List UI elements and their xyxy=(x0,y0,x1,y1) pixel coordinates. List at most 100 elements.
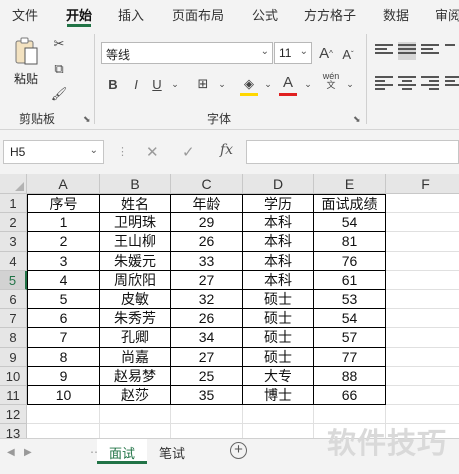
empty-cell[interactable] xyxy=(171,405,243,425)
empty-cell[interactable] xyxy=(243,405,314,425)
borders-icon[interactable]: ⊞ xyxy=(193,74,213,94)
tab-data[interactable]: 数据 xyxy=(383,5,409,24)
empty-cell[interactable] xyxy=(386,386,459,406)
data-cell[interactable]: 34 xyxy=(171,328,243,348)
data-cell[interactable]: 硕士 xyxy=(243,328,314,348)
data-cell[interactable]: 1 xyxy=(27,213,100,233)
sheet-nav-prev-icon[interactable]: ◀ xyxy=(7,447,15,458)
font-launcher-icon[interactable]: ⬊ xyxy=(353,114,361,125)
data-cell[interactable]: 硕士 xyxy=(243,290,314,310)
add-sheet-icon[interactable]: + xyxy=(230,442,247,459)
empty-cell[interactable] xyxy=(100,424,171,438)
sheet-tab-written-test[interactable]: 笔试 xyxy=(147,439,197,464)
decrease-font-icon[interactable]: Aˇ xyxy=(338,44,358,64)
column-header-b[interactable]: B xyxy=(100,174,171,194)
data-cell[interactable]: 25 xyxy=(171,366,243,386)
row-header-4[interactable]: 4 xyxy=(0,251,27,271)
copy-icon[interactable]: ⧉ xyxy=(49,59,69,79)
data-cell[interactable]: 27 xyxy=(171,347,243,367)
align-middle-icon[interactable] xyxy=(398,42,416,60)
tab-ffcell[interactable]: 方方格子 xyxy=(304,5,356,24)
tab-formulas[interactable]: 公式 xyxy=(252,5,278,24)
chevron-down-icon[interactable]: ⌄ xyxy=(258,74,278,94)
empty-cell[interactable] xyxy=(386,290,459,310)
empty-cell[interactable] xyxy=(27,424,100,438)
align-top-icon[interactable] xyxy=(375,42,393,60)
font-size-select[interactable]: 11 ⌄ xyxy=(274,42,312,64)
empty-cell[interactable] xyxy=(386,252,459,271)
orientation-icon[interactable] xyxy=(445,42,459,60)
row-header-5[interactable]: 5 xyxy=(0,270,27,290)
data-cell[interactable]: 57 xyxy=(314,328,386,348)
column-header-c[interactable]: C xyxy=(171,174,243,194)
chevron-down-icon[interactable]: ⌄ xyxy=(340,74,360,94)
empty-cell[interactable] xyxy=(386,232,459,252)
data-cell[interactable]: 29 xyxy=(171,213,243,233)
column-header-d[interactable]: D xyxy=(243,174,314,194)
tab-page-layout[interactable]: 页面布局 xyxy=(172,5,224,24)
font-color-icon[interactable]: A xyxy=(278,72,298,92)
data-cell[interactable]: 本科 xyxy=(243,270,314,290)
data-cell[interactable]: 54 xyxy=(314,213,386,233)
fill-color-icon[interactable]: ◈ xyxy=(239,74,259,94)
tab-home[interactable]: 开始 xyxy=(66,5,92,24)
data-cell[interactable]: 博士 xyxy=(243,386,314,406)
data-cell[interactable]: 10 xyxy=(27,386,100,406)
data-cell[interactable]: 26 xyxy=(171,309,243,329)
data-cell[interactable]: 王山柳 xyxy=(100,232,171,252)
format-painter-icon[interactable]: 🖌 xyxy=(49,84,69,104)
empty-cell[interactable] xyxy=(386,328,459,348)
row-header-2[interactable]: 2 xyxy=(0,213,27,233)
data-cell[interactable]: 朱秀芳 xyxy=(100,309,171,329)
data-cell[interactable]: 本科 xyxy=(243,232,314,252)
column-header-a[interactable]: A xyxy=(27,174,100,194)
data-cell[interactable]: 尚嘉 xyxy=(100,347,171,367)
data-cell[interactable]: 硕士 xyxy=(243,309,314,329)
data-cell[interactable]: 皮敏 xyxy=(100,290,171,310)
data-cell[interactable]: 54 xyxy=(314,309,386,329)
data-cell[interactable]: 3 xyxy=(27,251,100,271)
column-header-e[interactable]: E xyxy=(314,174,386,194)
formula-input[interactable] xyxy=(246,140,459,164)
cut-icon[interactable]: ✂ xyxy=(49,34,69,54)
row-header-12[interactable]: 12 xyxy=(0,405,27,425)
chevron-down-icon[interactable]: ⌄ xyxy=(165,74,185,94)
header-cell[interactable]: 姓名 xyxy=(100,194,171,214)
row-header-11[interactable]: 11 xyxy=(0,386,27,406)
row-header-6[interactable]: 6 xyxy=(0,290,27,310)
align-right-icon[interactable] xyxy=(421,74,439,92)
tab-file[interactable]: 文件 xyxy=(12,5,38,24)
header-cell[interactable]: 年龄 xyxy=(171,194,243,214)
sheet-nav-next-icon[interactable]: ▶ xyxy=(24,447,32,458)
header-cell[interactable]: 面试成绩 xyxy=(314,194,386,214)
data-cell[interactable]: 61 xyxy=(314,270,386,290)
align-left-icon[interactable] xyxy=(375,74,393,92)
data-cell[interactable]: 2 xyxy=(27,232,100,252)
data-cell[interactable]: 大专 xyxy=(243,366,314,386)
data-cell[interactable]: 周欣阳 xyxy=(100,270,171,290)
column-header-f[interactable]: F xyxy=(386,174,459,194)
data-cell[interactable]: 赵易梦 xyxy=(100,366,171,386)
data-cell[interactable]: 本科 xyxy=(243,213,314,233)
empty-cell[interactable] xyxy=(386,194,459,214)
paste-button-label[interactable]: 粘贴 xyxy=(14,70,38,87)
row-header-7[interactable]: 7 xyxy=(0,309,27,329)
header-cell[interactable]: 学历 xyxy=(243,194,314,214)
empty-cell[interactable] xyxy=(243,424,314,438)
data-cell[interactable]: 35 xyxy=(171,386,243,406)
header-cell[interactable]: 序号 xyxy=(27,194,100,214)
data-cell[interactable]: 53 xyxy=(314,290,386,310)
data-cell[interactable]: 77 xyxy=(314,347,386,367)
data-cell[interactable]: 32 xyxy=(171,290,243,310)
cancel-icon[interactable]: ✕ xyxy=(146,143,159,161)
row-header-3[interactable]: 3 xyxy=(0,232,27,252)
data-cell[interactable]: 88 xyxy=(314,366,386,386)
select-all-corner[interactable] xyxy=(0,174,27,194)
data-cell[interactable]: 76 xyxy=(314,251,386,271)
row-header-1[interactable]: 1 xyxy=(0,194,27,214)
italic-icon[interactable]: I xyxy=(126,74,146,94)
data-cell[interactable]: 4 xyxy=(27,270,100,290)
font-name-select[interactable]: 等线 ⌄ xyxy=(101,42,273,64)
row-header-10[interactable]: 10 xyxy=(0,366,27,386)
bold-icon[interactable]: B xyxy=(103,74,123,94)
